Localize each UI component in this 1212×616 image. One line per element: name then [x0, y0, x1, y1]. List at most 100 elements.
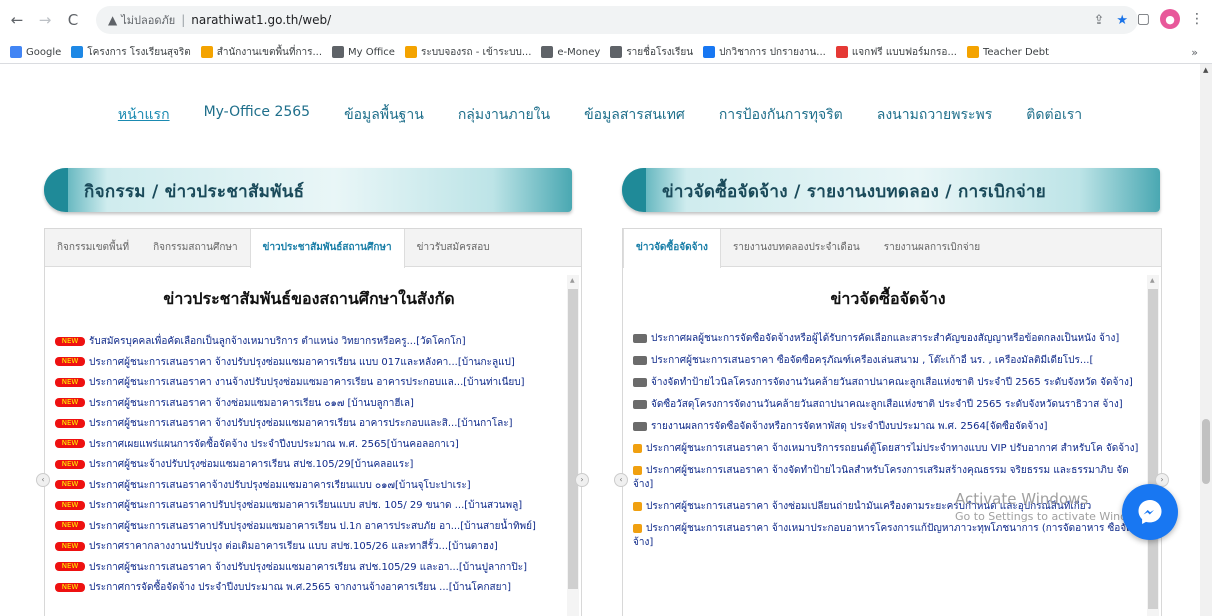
nav-item[interactable]: หน้าแรก [118, 104, 170, 126]
messenger-chat-button[interactable] [1122, 484, 1178, 540]
forward-icon[interactable]: → [34, 9, 56, 31]
tab-item[interactable]: รายงานผลการเบิกจ่าย [872, 229, 992, 266]
news-item-text[interactable]: ประกาศผู้ชนะการเสนอราคาปรับปรุงซ่อมแซมอา… [89, 500, 522, 511]
news-item-text[interactable]: ประกาศผู้ชนะการเสนอราคา จ้างปรับปรุงซ่อม… [89, 562, 527, 573]
bookmark-item[interactable]: ปกวิชาการ ปกรายงาน... [703, 45, 826, 60]
news-item[interactable]: NEW ประกาศการจัดซื้อจัดจ้าง ประจำปีงบประม… [55, 578, 563, 599]
address-bar[interactable]: ▲ ไม่ปลอดภัย | narathiwat1.go.th/web/ ⇪ … [96, 6, 1138, 34]
tab-item[interactable]: กิจกรรมสถานศึกษา [141, 229, 250, 266]
news-item[interactable]: NEW ประกาศผู้ชนะการเสนอราคาปรับปรุงซ่อมแซ… [55, 496, 563, 517]
nav-item[interactable]: ข้อมูลสารสนเทศ [584, 104, 685, 126]
news-item-text[interactable]: ประกาศผู้ชนะการเสนอราคา จ้างซ่อมแซมอาคาร… [89, 398, 414, 409]
news-item-text[interactable]: ประกาศเผยแพร่แผนการจัดซื้อจัดจ้าง ประจำป… [89, 439, 459, 450]
news-item[interactable]: NEW ประกาศราคากลางงานปรับปรุง ต่อเติมอาคา… [55, 537, 563, 558]
bookmark-item[interactable]: Google [10, 46, 61, 58]
nav-item[interactable]: ข้อมูลพื้นฐาน [344, 104, 424, 126]
news-item[interactable]: NEW ประกาศผู้ชนะการเสนอราคาจ้างปรับปรุงซ่… [55, 476, 563, 497]
procurement-item[interactable]: ประกาศผู้ชนะการเสนอราคา จ้างเหมาบริการรถ… [633, 442, 1143, 456]
scroll-thumb[interactable] [568, 289, 578, 589]
news-item[interactable]: NEW ประกาศผู้ชนะการเสนอราคา จ้างปรับปรุงซ… [55, 558, 563, 579]
news-item-text[interactable]: ประกาศผู้ชนะการเสนอราคา จ้างปรับปรุงซ่อม… [89, 357, 515, 368]
bookmark-item[interactable]: ระบบจองรถ - เข้าระบบ... [404, 45, 531, 60]
procurement-item[interactable]: จ้างจัดทำป้ายไวนิลโครงการจัดงานวันคล้ายว… [633, 376, 1143, 390]
news-item[interactable]: NEW ประกาศผู้ชนะการเสนอราคา งานจ้างปรับปร… [55, 373, 563, 394]
reload-icon[interactable]: C [62, 9, 84, 31]
procurement-item-text[interactable]: ประกาศผู้ชนะการเสนอราคา จ้างจัดทำป้ายไวน… [633, 465, 1129, 490]
news-item-text[interactable]: ประกาศการจัดซื้อจัดจ้าง ประจำปีงบประมาณ … [89, 582, 511, 593]
news-item-text[interactable]: ประกาศผู้ชนะจ้างปรับปรุงซ่อมแซมอาคารเรีย… [89, 459, 413, 470]
left-arrow-icon[interactable]: ‹ [36, 473, 50, 487]
procurement-item[interactable]: ประกาศผลผู้ชนะการจัดซื้อจัดจ้างหรือผู้ได… [633, 332, 1143, 346]
news-item[interactable]: NEW ประกาศผู้ชนะการเสนอราคา จ้างซ่อมแซมอา… [55, 394, 563, 415]
procurement-item-text[interactable]: ประกาศผู้ชนะการเสนอราคา จ้างเหมาบริการรถ… [646, 443, 1138, 454]
scroll-up-icon[interactable]: ▲ [1150, 277, 1155, 284]
new-badge: NEW [55, 521, 85, 530]
bookmark-star-icon[interactable]: ★ [1116, 13, 1128, 28]
news-item[interactable]: NEW ประกาศผู้ชนะการเสนอราคา จ้างปรับปรุงซ… [55, 414, 563, 435]
news-item-text[interactable]: ประกาศผู้ชนะการเสนอราคา จ้างปรับปรุงซ่อม… [89, 418, 513, 429]
news-item-text[interactable]: ประกาศผู้ชนะการเสนอราคาจ้างปรับปรุงซ่อมแ… [89, 480, 471, 491]
news-item[interactable]: NEW ประกาศผู้ชนะการเสนอราคา จ้างปรับปรุงซ… [55, 353, 563, 374]
procurement-item-text[interactable]: ประกาศผู้ชนะการเสนอราคา ซื้อจัดซื้อครุภั… [651, 355, 1093, 366]
procurement-item[interactable]: จัดซื้อวัสดุโครงการจัดงานวันคล้ายวันสถาป… [633, 398, 1143, 412]
nav-item[interactable]: กลุ่มงานภายใน [458, 104, 550, 126]
right-arrow-icon[interactable]: › [575, 473, 589, 487]
news-item[interactable]: NEW ประกาศผู้ชนะการเสนอราคาปรับปรุงซ่อมแซ… [55, 517, 563, 538]
url-text[interactable]: narathiwat1.go.th/web/ [191, 13, 331, 27]
news-item[interactable]: NEW ประกาศผู้ชนะจ้างปรับปรุงซ่อมแซมอาคารเ… [55, 455, 563, 476]
scroll-up-icon[interactable]: ▲ [1203, 66, 1208, 74]
left-arrow-icon[interactable]: ‹ [614, 473, 628, 487]
tab-item[interactable]: ข่าวจัดซื้อจัดจ้าง [623, 229, 721, 268]
bookmark-item[interactable]: Teacher Debt [966, 46, 1049, 58]
bookmark-item[interactable]: สำนักงานเขตพื้นที่การ... [200, 45, 322, 60]
scroll-thumb[interactable] [1148, 289, 1158, 609]
news-item[interactable]: NEW ประกาศเผยแพร่แผนการจัดซื้อจัดจ้าง ประ… [55, 435, 563, 456]
bookmark-item[interactable]: รายชื่อโรงเรียน [610, 45, 693, 60]
bookmark-item[interactable]: โครงการ โรงเรียนสุจริต [71, 45, 191, 60]
news-item[interactable]: NEW รับสมัครบุคคลเพื่อคัดเลือกเป็นลูกจ้าง… [55, 332, 563, 353]
procurement-item-text[interactable]: ประกาศผู้ชนะการเสนอราคา จ้างเหมาประกอบอา… [633, 523, 1133, 548]
bookmark-item[interactable]: e-Money [541, 46, 600, 58]
page-scrollbar[interactable]: ▲ [1200, 64, 1212, 616]
scroll-up-icon[interactable]: ▲ [570, 277, 575, 284]
profile-avatar[interactable]: ● [1160, 9, 1180, 29]
procurement-item[interactable]: ประกาศผู้ชนะการเสนอราคา ซื้อจัดซื้อครุภั… [633, 354, 1143, 368]
back-icon[interactable]: ← [6, 9, 28, 31]
tab-item[interactable]: กิจกรรมเขตพื้นที่ [45, 229, 141, 266]
insecure-label[interactable]: ไม่ปลอดภัย [121, 11, 175, 29]
bookmark-label: ปกวิชาการ ปกรายงาน... [719, 46, 826, 58]
news-item-text[interactable]: ประกาศผู้ชนะการเสนอราคาปรับปรุงซ่อมแซมอา… [89, 521, 536, 532]
page-scroll-thumb[interactable] [1202, 419, 1210, 484]
news-item-text[interactable]: ประกาศราคากลางงานปรับปรุง ต่อเติมอาคารเร… [89, 541, 498, 552]
share-icon[interactable]: ⇪ [1093, 13, 1104, 28]
procurement-scrollbar[interactable]: ▲ [1147, 275, 1159, 616]
sidepanel-icon[interactable]: ▢ [1137, 11, 1150, 27]
bookmarks-more[interactable]: » [1191, 46, 1198, 59]
warning-icon[interactable]: ▲ [108, 13, 117, 27]
bookmark-item[interactable]: My Office [332, 46, 395, 58]
nav-item[interactable]: ติดต่อเรา [1026, 104, 1082, 126]
tab-item[interactable]: ข่าวประชาสัมพันธ์สถานศึกษา [249, 229, 405, 268]
page-viewport: หน้าแรก My-Office 2565 ข้อมูลพื้นฐาน กลุ่มง… [0, 64, 1200, 616]
procurement-item[interactable]: รายงานผลการจัดซื้อจัดจ้างหรือการจัดหาพัส… [633, 420, 1143, 434]
activities-tabs: กิจกรรมเขตพื้นที่ กิจกรรมสถานศึกษา ข่าวประ… [45, 229, 581, 268]
news-item-text[interactable]: รับสมัครบุคคลเพื่อคัดเลือกเป็นลูกจ้างเหม… [89, 336, 466, 347]
nav-item[interactable]: My-Office 2565 [204, 104, 311, 126]
arrow-badge-icon [633, 523, 642, 533]
bookmark-item[interactable]: แจกฟรี แบบฟอร์มกรอ... [835, 45, 957, 60]
procurement-item[interactable]: ประกาศผู้ชนะการเสนอราคา จ้างจัดทำป้ายไวน… [633, 464, 1143, 492]
new-badge-icon [633, 355, 647, 365]
tab-item[interactable]: ข่าวรับสมัครสอบ [405, 229, 502, 266]
activities-scrollbar[interactable]: ▲ [567, 275, 579, 616]
new-badge: NEW [55, 500, 85, 510]
menu-icon[interactable]: ⋮ [1190, 11, 1204, 27]
procurement-item-text[interactable]: จ้างจัดทำป้ายไวนิลโครงการจัดงานวันคล้ายว… [651, 377, 1133, 388]
nav-item[interactable]: การป้องกันการทุจริต [719, 104, 843, 126]
nav-item[interactable]: ลงนามถวายพระพร [877, 104, 993, 126]
tab-item[interactable]: รายงานงบทดลองประจำเดือน [721, 229, 872, 266]
procurement-item-text[interactable]: รายงานผลการจัดซื้อจัดจ้างหรือการจัดหาพัส… [651, 421, 1047, 432]
procurement-item-text[interactable]: จัดซื้อวัสดุโครงการจัดงานวันคล้ายวันสถาป… [651, 399, 1123, 410]
procurement-item[interactable]: ประกาศผู้ชนะการเสนอราคา จ้างเหมาประกอบอา… [633, 522, 1143, 550]
procurement-item-text[interactable]: ประกาศผลผู้ชนะการจัดซื้อจัดจ้างหรือผู้ได… [651, 333, 1119, 344]
news-item-text[interactable]: ประกาศผู้ชนะการเสนอราคา งานจ้างปรับปรุงซ… [89, 377, 525, 388]
